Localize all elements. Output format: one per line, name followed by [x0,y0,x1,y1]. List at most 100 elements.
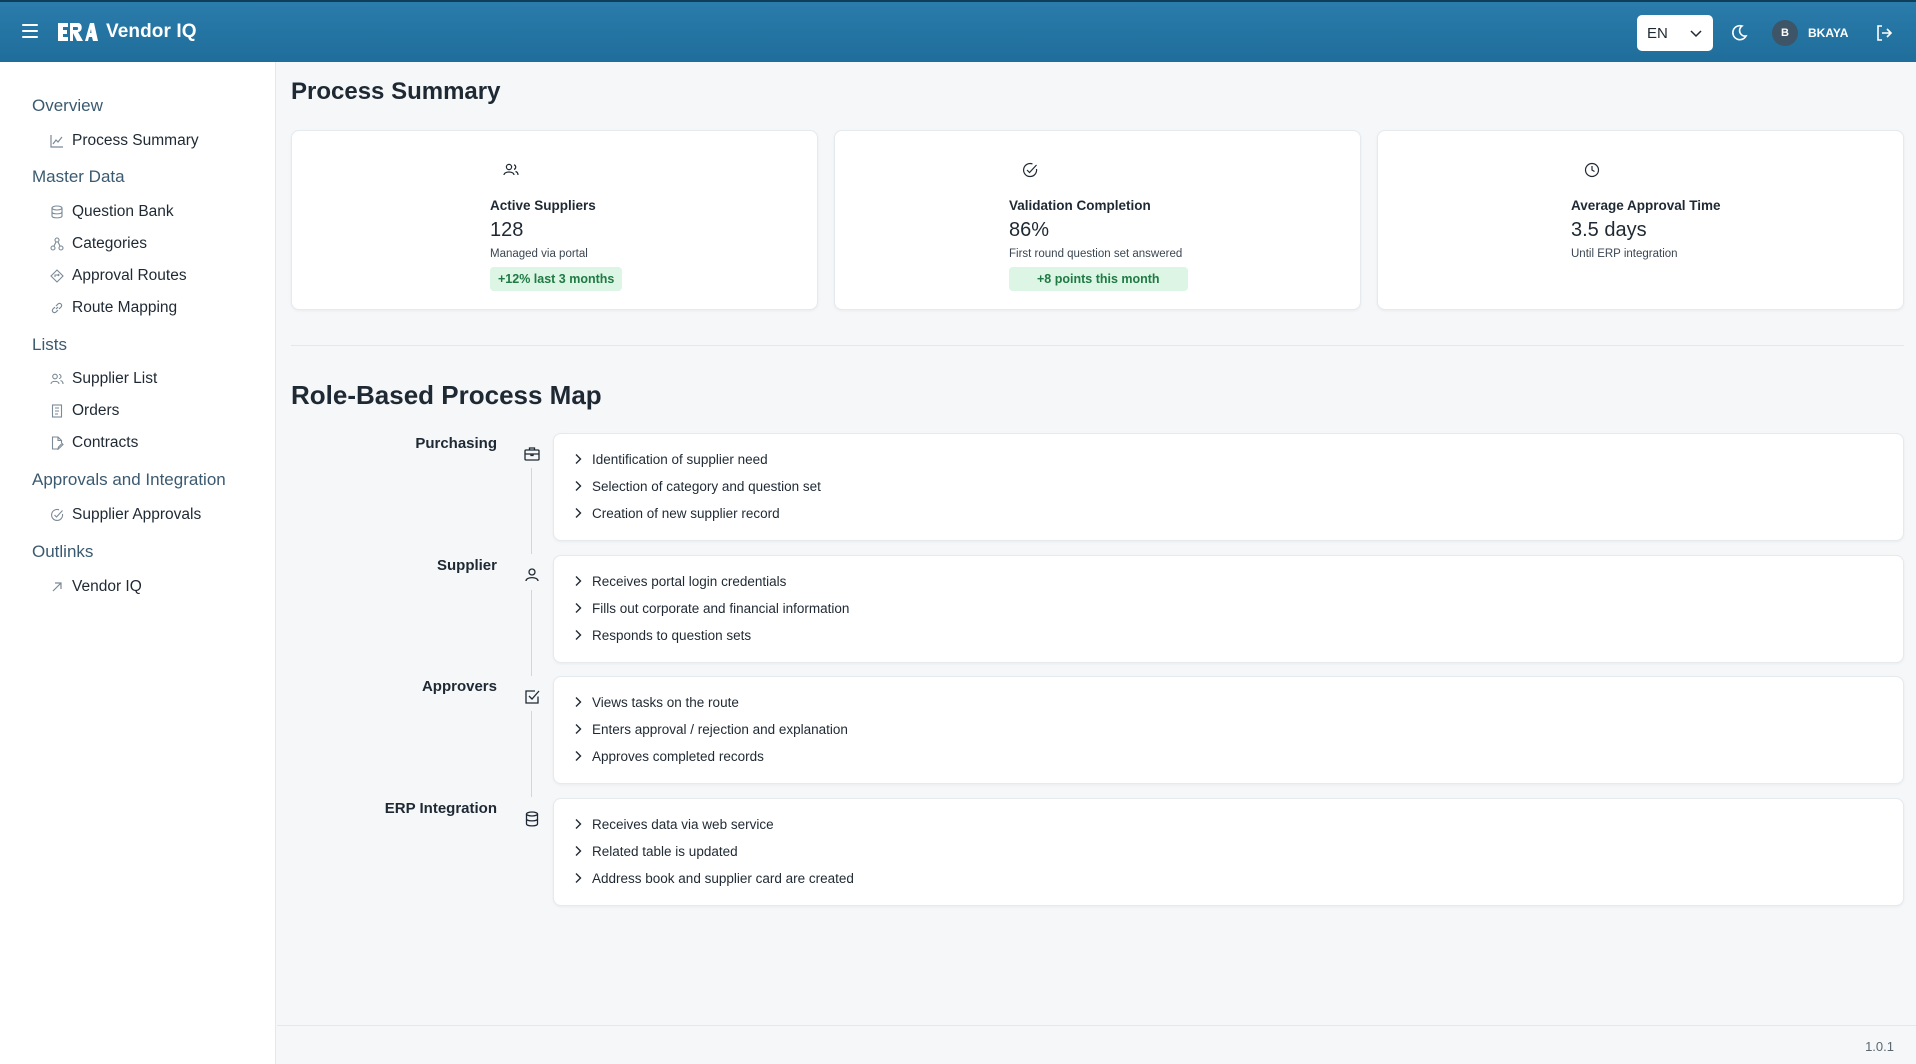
users-icon [503,163,519,176]
menu-icon[interactable] [22,24,38,38]
timeline-connector [531,590,532,676]
hierarchy-icon [50,237,64,251]
chevron-right-icon [575,697,582,707]
step-text: Fills out corporate and financial inform… [592,600,850,616]
users-icon [50,373,64,385]
process-step: Fills out corporate and financial inform… [572,599,849,617]
sidebar-item-categories[interactable]: Categories [50,233,147,255]
trend-badge: +8 points this month [1009,267,1188,291]
process-step: Responds to question sets [572,626,751,644]
timeline-connector [531,468,532,554]
briefcase-icon [524,447,540,461]
sidebar-item-label: Vendor IQ [72,578,142,595]
step-text: Address book and supplier card are creat… [592,870,854,886]
avatar: B [1772,20,1798,46]
sidebar-item-route-mapping[interactable]: Route Mapping [50,297,177,319]
chevron-down-icon [1690,30,1702,38]
chevron-right-icon [575,819,582,829]
chevron-right-icon [575,454,582,464]
trend-badge: +12% last 3 months [490,267,623,291]
role-steps-card-approvers: Views tasks on the route Enters approval… [553,676,1904,784]
role-steps-card-erp-integration: Receives data via web service Related ta… [553,798,1904,906]
page-title: Process Summary [291,78,501,105]
sidebar-item-contracts[interactable]: Contracts [50,432,138,454]
process-step: Address book and supplier card are creat… [572,869,854,887]
section-divider [291,345,1904,346]
sidebar-section-outlinks: Outlinks [32,542,94,561]
process-step: Approves completed records [572,747,764,765]
sidebar-section-approvals-integration: Approvals and Integration [32,470,226,489]
stat-subtext: Until ERP integration [1571,248,1678,260]
chevron-right-icon [575,630,582,640]
sidebar-item-label: Categories [72,235,147,252]
sidebar-item-label: Route Mapping [72,299,178,316]
chevron-right-icon [575,873,582,883]
sidebar-item-label: Supplier List [72,370,158,387]
sidebar-item-approval-routes[interactable]: Approval Routes [50,265,187,287]
chevron-right-icon [575,481,582,491]
stat-label: Active Suppliers [490,198,596,213]
language-select[interactable]: EN [1637,15,1713,51]
app-title: Vendor IQ [106,21,197,42]
role-steps-card-purchasing: Identification of supplier need Selectio… [553,433,1904,541]
role-label-supplier: Supplier [436,557,497,574]
chevron-right-icon [575,751,582,761]
stat-subtext: Managed via portal [490,248,588,260]
username: BKAYA [1808,26,1849,40]
stat-card-active-suppliers: Active Suppliers 128 Managed via portal … [291,130,818,310]
role-label-approvers: Approvers [421,678,497,695]
checkbox-icon [525,690,540,704]
role-steps-card-supplier: Receives portal login credentials Fills … [553,555,1904,663]
chevron-right-icon [575,846,582,856]
role-label-erp-integration: ERP Integration [384,800,497,817]
clock-icon [1584,162,1600,178]
process-step: Selection of category and question set [572,477,821,495]
top-bar: Vendor IQ EN B BKAYA [0,0,1916,62]
receipt-icon [51,404,63,418]
language-value: EN [1647,24,1668,42]
user-menu[interactable]: B BKAYA [1772,19,1848,47]
process-step: Enters approval / rejection and explanat… [572,720,848,738]
document-edit-icon [51,436,64,450]
process-step: Views tasks on the route [572,693,739,711]
step-text: Responds to question sets [592,627,752,643]
sidebar-item-supplier-approvals[interactable]: Supplier Approvals [50,504,201,526]
process-step: Creation of new supplier record [572,504,780,522]
step-text: Receives portal login credentials [592,573,787,589]
logout-icon[interactable] [1874,23,1894,43]
sidebar-item-question-bank[interactable]: Question Bank [50,201,174,223]
link-icon [51,302,63,314]
sidebar-section-overview: Overview [32,96,103,115]
stat-value: 128 [490,219,524,241]
stat-label: Average Approval Time [1571,198,1721,213]
step-text: Selection of category and question set [592,478,821,494]
stat-card-average-approval-time: Average Approval Time 3.5 days Until ERP… [1377,130,1904,310]
sidebar-item-vendor-iq-link[interactable]: Vendor IQ [50,576,142,598]
footer: 1.0.1 [277,1025,1916,1064]
database-icon [525,811,539,827]
arrow-up-right-icon [52,582,62,592]
user-icon [525,568,539,582]
sidebar-item-label: Contracts [72,434,139,451]
app-version: 1.0.1 [1865,1039,1894,1054]
step-text: Receives data via web service [592,816,774,832]
role-label-purchasing: Purchasing [415,435,497,452]
process-step: Identification of supplier need [572,450,768,468]
chart-line-icon [50,135,63,148]
stat-value: 86% [1009,219,1050,241]
stat-subtext: First round question set answered [1009,248,1183,260]
moon-icon[interactable] [1729,23,1749,43]
sidebar-item-label: Question Bank [72,203,174,220]
sidebar-section-master-data: Master Data [32,167,125,186]
chevron-right-icon [575,603,582,613]
sidebar-item-label: Process Summary [72,132,199,149]
step-text: Related table is updated [592,843,738,859]
chevron-right-icon [575,724,582,734]
sidebar-section-lists: Lists [32,335,67,354]
process-step: Receives portal login credentials [572,572,786,590]
step-text: Enters approval / rejection and explanat… [592,721,848,737]
sidebar-item-orders[interactable]: Orders [50,400,119,422]
sidebar-item-supplier-list[interactable]: Supplier List [50,368,157,390]
sidebar: Overview Process Summary Master Data Que… [0,62,276,1064]
sidebar-item-process-summary[interactable]: Process Summary [50,130,199,152]
